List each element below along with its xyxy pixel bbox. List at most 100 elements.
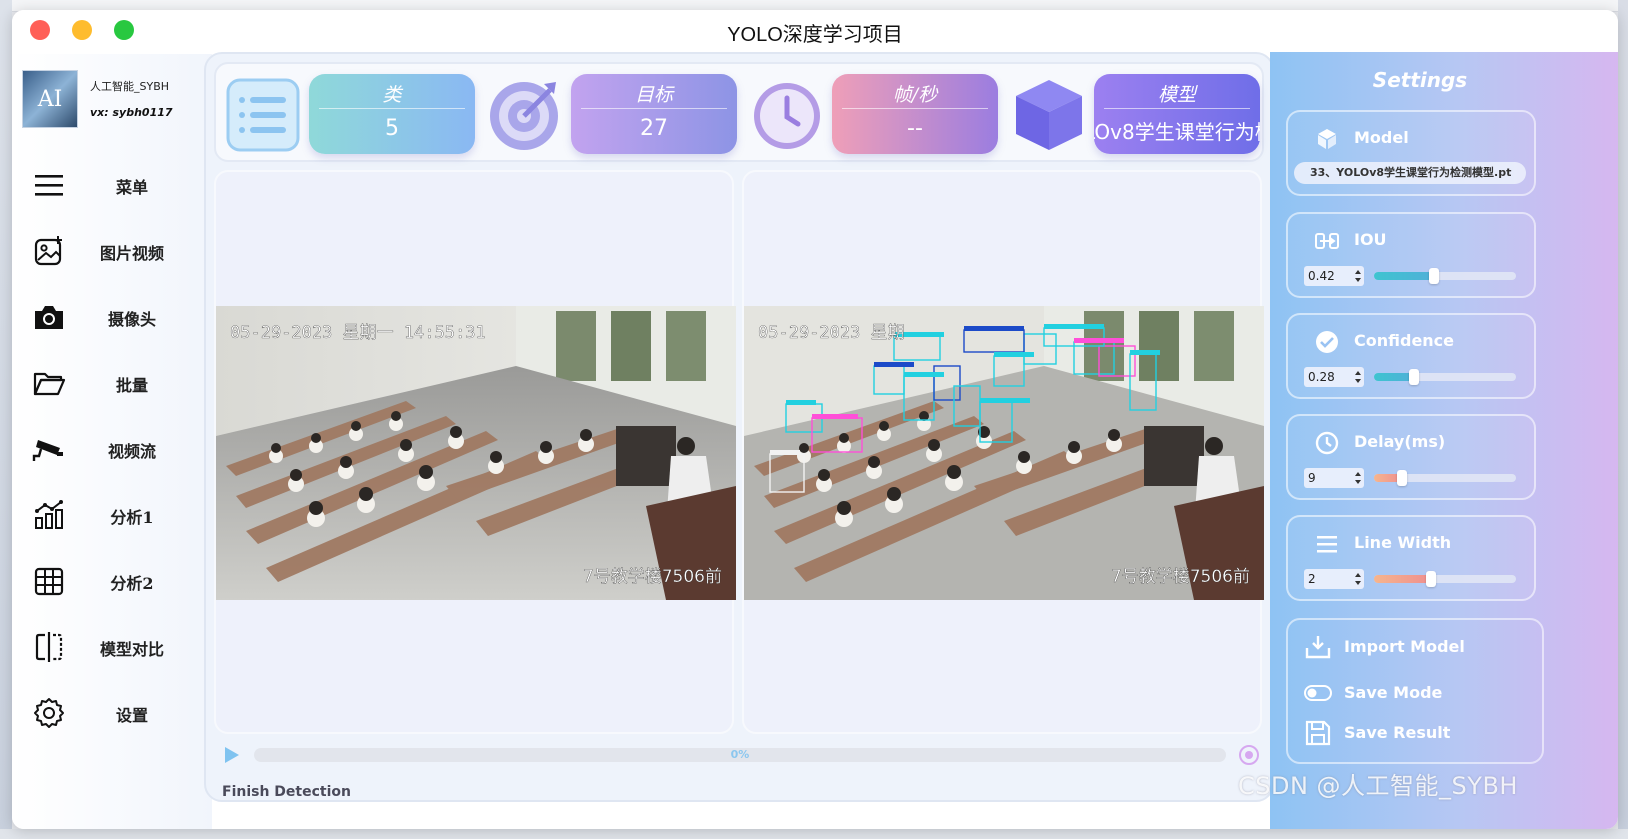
model-label: Model [1354, 128, 1409, 147]
settings-panel: Settings Model 33、YOLOv8学生课堂行为检测模型.pt IO… [1270, 52, 1618, 829]
sidebar-item-analysis-2[interactable]: 分析2 [12, 556, 212, 606]
slider-knob[interactable] [1408, 369, 1419, 385]
save-icon [1305, 720, 1331, 746]
app-window: YOLO深度学习项目 AI 人工智能_SYBH vx: sybh0117 菜单 … [12, 10, 1618, 829]
stat-title: 模型 [1157, 84, 1196, 106]
slider-fill [1374, 575, 1431, 583]
save-mode-toggle[interactable]: Save Mode [1304, 678, 1534, 708]
delay-slider[interactable] [1374, 470, 1516, 486]
desktop-background-left [0, 0, 12, 839]
sidebar-item-settings[interactable]: 设置 [12, 688, 212, 738]
sidebar-item-camera[interactable]: 摄像头 [12, 292, 212, 342]
sidebar-item-batch[interactable]: 批量 [12, 358, 212, 408]
classroom-frame-original: 05-29-2023 星期一 14:55:31 7号教学楼7506前 [216, 306, 736, 600]
slider-knob[interactable] [1425, 571, 1436, 587]
stat-value: 27 [640, 116, 668, 141]
line-width-spinbox[interactable]: 2 [1304, 569, 1364, 589]
confidence-slider[interactable] [1374, 369, 1516, 385]
confidence-spinbox[interactable]: 0.28 [1304, 367, 1364, 387]
delay-setting-card: Delay(ms) 9 [1286, 414, 1536, 500]
slider-fill [1374, 373, 1414, 381]
sidebar-item-label: 分析2 [110, 574, 154, 593]
stat-card-targets: 目标 27 [571, 74, 737, 154]
actions-card: Import Model Save Mode Save Result [1286, 618, 1544, 764]
clock-icon [754, 83, 820, 149]
line-width-label: Line Width [1354, 533, 1452, 552]
avatar-text: AI [37, 86, 63, 112]
target-icon [490, 82, 558, 150]
check-circle-icon [1316, 331, 1338, 353]
line-width-slider[interactable] [1374, 571, 1516, 587]
slider-knob[interactable] [1397, 470, 1408, 486]
sidebar-item-analysis-1[interactable]: 分析1 [12, 490, 212, 540]
delay-spinbox[interactable]: 9 [1304, 468, 1364, 488]
sidebar-item-label: 模型对比 [99, 640, 164, 659]
clock-icon [1315, 431, 1339, 455]
title-bar: YOLO深度学习项目 [12, 10, 1618, 54]
play-icon[interactable] [222, 746, 240, 764]
iou-icon [1315, 233, 1339, 249]
iou-label: IOU [1354, 230, 1387, 249]
frame-timestamp: 05-29-2023 星期一 14:55:31 [230, 323, 486, 343]
watermark: CSDN @人工智能_SYBH [1238, 772, 1518, 800]
stat-divider [319, 108, 465, 109]
progress-bar[interactable]: 0% [254, 748, 1226, 762]
iou-setting-card: IOU 0.42 [1286, 212, 1536, 298]
cctv-icon [32, 440, 63, 461]
iou-slider[interactable] [1374, 268, 1516, 284]
line-width-value: 2 [1308, 572, 1316, 586]
iou-value: 0.42 [1308, 269, 1335, 283]
sidebar-item-image-video[interactable]: 图片视频 [12, 226, 212, 276]
stat-title: 目标 [634, 84, 673, 106]
main-content: 类 5 目标 27 帧/秒 -- 模型 Ov8学生课堂行为 05-29-2023… [204, 52, 1274, 802]
stat-card-model: 模型 LOv8学生课堂行为检 [1094, 74, 1260, 154]
frame-location-caption: 7号教学楼7506前 [1111, 567, 1250, 587]
save-result-label: Save Result [1344, 723, 1451, 742]
save-result-button[interactable]: Save Result [1304, 718, 1534, 748]
spin-arrows-icon[interactable] [1354, 470, 1362, 486]
cube-icon [1318, 129, 1336, 149]
delay-label: Delay(ms) [1354, 432, 1446, 451]
sidebar-item-label: 分析1 [110, 508, 154, 527]
sidebar-item-label: 图片视频 [99, 244, 164, 263]
profile-block: AI 人工智能_SYBH vx: sybh0117 [22, 70, 202, 132]
iou-spinbox[interactable]: 0.42 [1304, 266, 1364, 286]
classroom-frame-detected: 05-29-2023 星期 7号教学楼7506前 [744, 306, 1264, 600]
desktop-background-bottom [0, 829, 1628, 839]
stat-card-classes: 类 5 [309, 74, 475, 154]
sidebar: AI 人工智能_SYBH vx: sybh0117 菜单 图片视频 摄像头 批量… [12, 54, 212, 829]
spin-arrows-icon[interactable] [1354, 369, 1362, 385]
stats-bar: 类 5 目标 27 帧/秒 -- 模型 Ov8学生课堂行为 [214, 62, 1264, 162]
sidebar-item-video-stream[interactable]: 视频流 [12, 424, 212, 474]
window-title: YOLO深度学习项目 [727, 24, 903, 46]
download-icon [1305, 636, 1331, 659]
stat-card-fps: 帧/秒 -- [832, 74, 998, 154]
line-width-setting-card: Line Width 2 [1286, 515, 1536, 601]
detected-video-panel: 05-29-2023 星期 7号教学楼7506前 [742, 170, 1264, 734]
confidence-setting-card: Confidence 0.28 [1286, 313, 1536, 399]
sidebar-item-model-compare[interactable]: 模型对比 [12, 622, 212, 672]
model-setting-card: Model 33、YOLOv8学生课堂行为检测模型.pt [1286, 110, 1536, 196]
camera-icon [35, 306, 63, 329]
stop-icon[interactable] [1238, 744, 1260, 766]
import-model-label: Import Model [1344, 637, 1465, 656]
model-select[interactable]: 33、YOLOv8学生课堂行为检测模型.pt [1294, 162, 1526, 184]
stat-value: 5 [385, 116, 399, 141]
spin-arrows-icon[interactable] [1354, 571, 1362, 587]
import-model-button[interactable]: Import Model [1304, 632, 1534, 662]
sidebar-item-label: 摄像头 [107, 310, 156, 329]
cube-icon [1016, 80, 1082, 150]
frame-timestamp: 05-29-2023 星期 [758, 323, 905, 343]
sidebar-item-label: 设置 [115, 706, 148, 725]
slider-knob[interactable] [1428, 268, 1439, 284]
sidebar-item-label: 菜单 [115, 178, 148, 197]
confidence-value: 0.28 [1308, 370, 1335, 384]
settings-title: Settings [1372, 68, 1468, 92]
spin-arrows-icon[interactable] [1354, 268, 1362, 284]
table-icon [34, 567, 64, 596]
hamburger-icon [35, 175, 63, 196]
sidebar-item-menu[interactable]: 菜单 [12, 160, 212, 210]
desktop-background-right [1618, 0, 1628, 839]
confidence-label: Confidence [1354, 331, 1455, 350]
toggle-icon [1304, 685, 1332, 701]
